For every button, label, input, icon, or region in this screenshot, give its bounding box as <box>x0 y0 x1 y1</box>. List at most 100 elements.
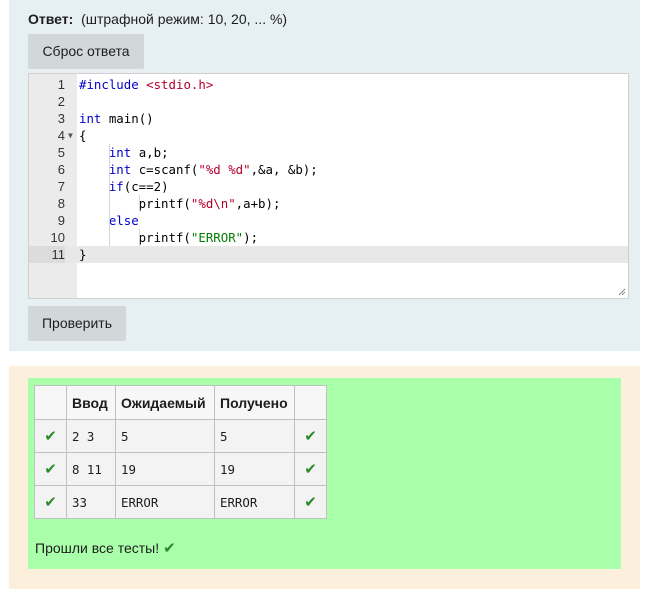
code-text: if(c==2) <box>79 178 169 195</box>
code-line[interactable]: 9 else <box>29 212 628 229</box>
code-line[interactable]: 2 <box>29 93 628 110</box>
line-number: 5 <box>57 145 65 160</box>
code-token: #include <box>79 77 147 92</box>
indent-guide <box>139 195 140 212</box>
line-number: 6 <box>57 162 65 177</box>
check-icon: ✔ <box>44 494 57 511</box>
check-icon: ✔ <box>44 428 57 445</box>
line-number: 10 <box>50 230 65 245</box>
code-line[interactable]: 8 printf("%d\n",a+b); <box>29 195 628 212</box>
code-line[interactable]: 4 ▼ { <box>29 127 628 144</box>
check-button[interactable]: Проверить <box>28 306 126 341</box>
code-token: main() <box>101 111 154 126</box>
line-number: 3 <box>57 111 65 126</box>
line-number: 2 <box>57 94 65 109</box>
code-area[interactable]: 1 #include <stdio.h> 2 3 int main() 4 ▼ {5 int … <box>29 74 628 298</box>
table-row: ✔ 8 11 19 19 ✔ <box>34 452 327 486</box>
code-line[interactable]: 1 #include <stdio.h> <box>29 76 628 93</box>
got-cell: 5 <box>214 419 295 453</box>
input-cell: 2 3 <box>66 419 116 453</box>
summary-message: Прошли все тесты! ✔ <box>35 539 176 558</box>
code-line[interactable]: 3 int main() <box>29 110 628 127</box>
code-line[interactable]: 10 printf("ERROR"); <box>29 229 628 246</box>
code-text: } <box>79 246 86 263</box>
code-text: int main() <box>79 110 154 127</box>
line-number: 11 <box>29 246 65 263</box>
code-token: ,a+b); <box>235 196 281 211</box>
code-token: <stdio.h> <box>146 77 214 92</box>
check-icon: ✔ <box>304 428 317 445</box>
answer-header: Ответ: (штрафной режим: 10, 20, ... %) <box>28 10 287 28</box>
code-token: ); <box>243 230 259 245</box>
summary-text: Прошли все тесты! <box>35 540 160 556</box>
code-text: int c=scanf("%d %d",&a, &b); <box>79 161 318 178</box>
code-token: int <box>79 111 102 126</box>
expected-cell: ERROR <box>115 485 215 519</box>
table-row: ✔ 2 3 5 5 ✔ <box>34 419 327 453</box>
got-cell: ERROR <box>214 485 295 519</box>
row-status-cell-right: ✔ <box>294 452 327 486</box>
check-icon: ✔ <box>304 494 317 511</box>
line-number: 1 <box>57 77 65 92</box>
code-token: "%d\n" <box>190 196 236 211</box>
expected-cell: 19 <box>115 452 215 486</box>
code-token: { <box>79 128 87 143</box>
code-token: "ERROR" <box>190 230 244 245</box>
input-cell: 33 <box>66 485 116 519</box>
code-text: { <box>79 127 86 144</box>
results-header-row: Ввод Ожидаемый Получено <box>34 385 327 420</box>
fold-arrow-icon[interactable]: ▼ <box>68 127 73 144</box>
code-token: int <box>108 162 132 177</box>
input-cell: 8 11 <box>66 452 116 486</box>
code-token: int <box>108 145 132 160</box>
line-number: 4 <box>57 128 65 143</box>
check-icon: ✔ <box>304 461 317 478</box>
code-line[interactable]: 6 int c=scanf("%d %d",&a, &b); <box>29 161 628 178</box>
results-table: Ввод Ожидаемый Получено ✔ 2 3 5 5 ✔ ✔ 8 11 19 19… <box>34 385 327 519</box>
code-text: int a,b; <box>79 144 169 161</box>
code-text: printf("ERROR"); <box>79 229 258 246</box>
answer-label: Ответ: <box>28 11 74 27</box>
header-got: Получено <box>214 385 295 420</box>
code-token: c=scanf( <box>131 162 199 177</box>
code-token: printf( <box>79 196 191 211</box>
code-line[interactable]: 11} <box>29 246 628 263</box>
indent-guide <box>109 144 110 246</box>
check-icon: ✔ <box>44 461 57 478</box>
expected-cell: 5 <box>115 419 215 453</box>
line-number: 7 <box>57 179 65 194</box>
code-line[interactable]: 7 if(c==2) <box>29 178 628 195</box>
header-status <box>34 385 67 420</box>
resize-handle-icon[interactable] <box>618 288 626 296</box>
penalty-note: (штрафной режим: 10, 20, ... %) <box>81 11 288 27</box>
code-token: if <box>108 179 124 194</box>
row-status-cell: ✔ <box>34 485 67 519</box>
header-expected: Ожидаемый <box>115 385 215 420</box>
result-panel: Ввод Ожидаемый Получено ✔ 2 3 5 5 ✔ ✔ 8 11 19 19… <box>9 366 640 589</box>
code-token: (c==2) <box>123 179 169 194</box>
indent-guide <box>139 229 140 246</box>
answer-panel: Ответ: (штрафной режим: 10, 20, ... %) С… <box>9 0 640 351</box>
reset-answer-button[interactable]: Сброс ответа <box>28 34 144 69</box>
line-number: 9 <box>57 213 65 228</box>
table-row: ✔ 33 ERROR ERROR ✔ <box>34 485 327 519</box>
code-line[interactable]: 5 int a,b; <box>29 144 628 161</box>
line-number: 8 <box>57 196 65 211</box>
got-cell: 19 <box>214 452 295 486</box>
code-token: a,b; <box>131 145 169 160</box>
code-text: #include <stdio.h> <box>79 76 213 93</box>
code-token: } <box>79 247 87 262</box>
code-editor[interactable]: 1 #include <stdio.h> 2 3 int main() 4 ▼ {5 int … <box>28 73 629 299</box>
header-input: Ввод <box>66 385 116 420</box>
result-box: Ввод Ожидаемый Получено ✔ 2 3 5 5 ✔ ✔ 8 11 19 19… <box>28 378 621 569</box>
row-status-cell: ✔ <box>34 419 67 453</box>
row-status-cell-right: ✔ <box>294 419 327 453</box>
code-token: else <box>108 213 139 228</box>
check-icon: ✔ <box>163 540 176 557</box>
header-status-right <box>294 385 327 420</box>
code-token: ,&a, &b); <box>250 162 318 177</box>
